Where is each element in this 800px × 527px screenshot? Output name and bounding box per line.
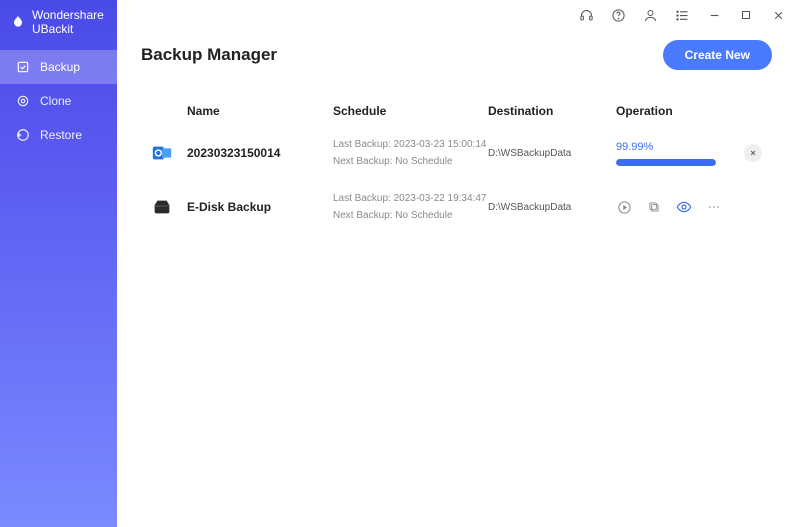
user-icon[interactable] (642, 7, 658, 23)
last-backup-text: Last Backup: 2023-03-22 19:34:47 (333, 190, 488, 207)
sidebar-item-label: Backup (40, 60, 80, 74)
menu-list-icon[interactable] (674, 7, 690, 23)
app-logo-icon (10, 14, 26, 30)
row-schedule: Last Backup: 2023-03-22 19:34:47 Next Ba… (333, 190, 488, 224)
col-header-destination: Destination (488, 104, 616, 118)
sidebar-item-label: Clone (40, 94, 71, 108)
create-new-button[interactable]: Create New (663, 40, 772, 70)
table-row: 20230323150014 Last Backup: 2023-03-23 1… (141, 126, 772, 180)
main: Backup Manager Create New Name Schedule … (117, 0, 800, 527)
content: Backup Manager Create New Name Schedule … (117, 30, 800, 527)
headset-icon[interactable] (578, 7, 594, 23)
sidebar: Wondershare UBackit Backup Clone Restore (0, 0, 117, 527)
sidebar-item-restore[interactable]: Restore (0, 118, 117, 152)
disk-icon (151, 196, 187, 218)
help-icon[interactable] (610, 7, 626, 23)
close-icon[interactable] (770, 7, 786, 23)
progress: 99.99% (616, 141, 736, 166)
col-header-operation: Operation (616, 104, 762, 118)
row-schedule: Last Backup: 2023-03-23 15:00:14 Next Ba… (333, 136, 488, 170)
row-name: E-Disk Backup (187, 200, 333, 214)
last-backup-text: Last Backup: 2023-03-23 15:00:14 (333, 136, 488, 153)
view-icon[interactable] (676, 199, 692, 215)
row-destination: D:\WSBackupData (488, 148, 616, 159)
brand: Wondershare UBackit (0, 0, 117, 50)
copy-icon[interactable] (646, 199, 662, 215)
row-operation (616, 199, 762, 215)
restore-icon (16, 128, 30, 142)
header-row: Backup Manager Create New (141, 40, 772, 70)
sidebar-item-clone[interactable]: Clone (0, 84, 117, 118)
col-header-name: Name (187, 104, 333, 118)
page-title: Backup Manager (141, 45, 277, 65)
outlook-icon (151, 142, 187, 164)
table-header: Name Schedule Destination Operation (141, 96, 772, 126)
titlebar (117, 0, 800, 30)
sidebar-item-label: Restore (40, 128, 82, 142)
backup-icon (16, 60, 30, 74)
progress-bar (616, 159, 716, 166)
next-backup-text: Next Backup: No Schedule (333, 153, 488, 170)
backup-table: Name Schedule Destination Operation 2023… (141, 96, 772, 234)
cancel-backup-button[interactable] (744, 144, 762, 162)
minimize-icon[interactable] (706, 7, 722, 23)
table-row: E-Disk Backup Last Backup: 2023-03-22 19… (141, 180, 772, 234)
sidebar-item-backup[interactable]: Backup (0, 50, 117, 84)
row-destination: D:\WSBackupData (488, 202, 616, 213)
row-name: 20230323150014 (187, 146, 333, 160)
maximize-icon[interactable] (738, 7, 754, 23)
run-backup-icon[interactable] (616, 199, 632, 215)
app-title: Wondershare UBackit (32, 8, 107, 36)
row-operation: 99.99% (616, 141, 762, 166)
next-backup-text: Next Backup: No Schedule (333, 207, 488, 224)
clone-icon (16, 94, 30, 108)
col-header-schedule: Schedule (333, 104, 488, 118)
progress-percent: 99.99% (616, 141, 736, 153)
more-icon[interactable] (706, 199, 722, 215)
